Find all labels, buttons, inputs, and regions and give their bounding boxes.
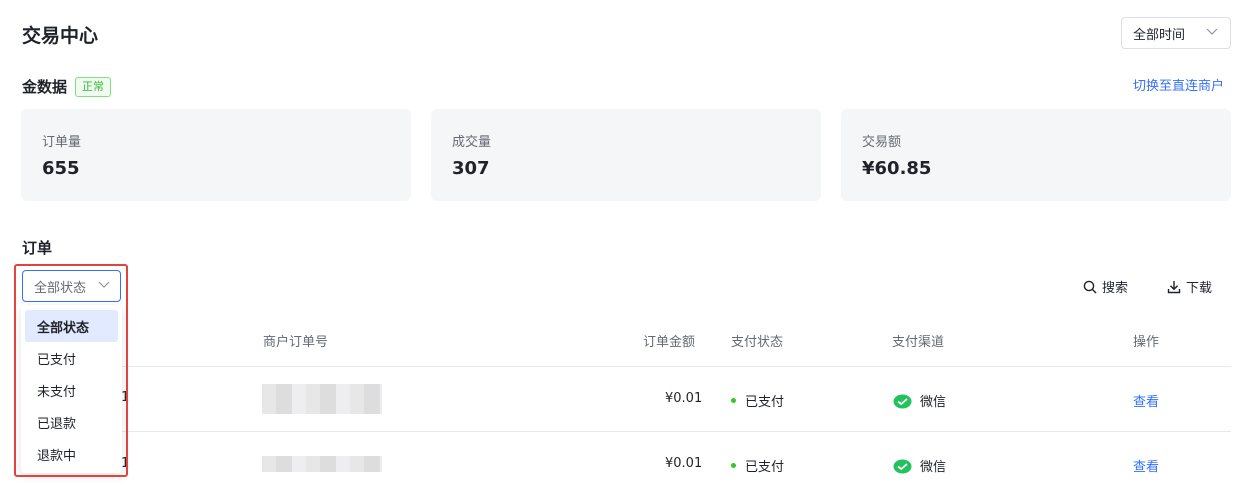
data-section-title: 金数据 正常 (22, 76, 112, 97)
row-prefix: 1 (121, 456, 130, 471)
search-icon (1083, 280, 1097, 293)
stat-card-deals: 成交量 307 (431, 109, 821, 201)
status-option-all[interactable]: 全部状态 (25, 310, 118, 342)
stat-card-value: ¥60.85 (862, 158, 932, 179)
redacted-order-number (262, 384, 382, 414)
order-amount: ¥0.01 (665, 391, 703, 406)
order-amount: ¥0.01 (665, 456, 703, 471)
status-option-paid[interactable]: 已支付 (25, 342, 118, 374)
success-dot-icon (731, 463, 736, 468)
wechat-icon (893, 394, 912, 409)
status-option-refunded[interactable]: 已退款 (25, 406, 118, 438)
chevron-down-icon (1206, 28, 1218, 35)
wechat-icon (893, 459, 912, 474)
status-option-refunding[interactable]: 退款中 (25, 438, 118, 470)
pay-status: 已支付 (731, 391, 784, 410)
column-header-pay-channel: 支付渠道 (892, 335, 945, 350)
page-title: 交易中心 (22, 25, 99, 47)
table-divider (22, 366, 1231, 367)
stat-card-label: 成交量 (452, 135, 492, 150)
status-filter-value: 全部状态 (34, 280, 87, 296)
pay-channel-label: 微信 (920, 395, 947, 410)
view-order-link[interactable]: 查看 (1133, 391, 1159, 410)
column-header-amount: 订单金额 (643, 335, 696, 350)
download-label: 下载 (1186, 281, 1213, 296)
search-label: 搜索 (1102, 281, 1129, 296)
switch-merchant-link[interactable]: 切换至直连商户 (1133, 75, 1224, 94)
stat-card-amount: 交易额 ¥60.85 (841, 109, 1231, 201)
status-filter-select[interactable]: 全部状态 (22, 270, 121, 302)
column-header-pay-status: 支付状态 (731, 335, 784, 350)
pay-status: 已支付 (731, 456, 784, 475)
success-dot-icon (731, 398, 736, 403)
pay-status-label: 已支付 (745, 460, 785, 475)
redacted-order-number (262, 456, 382, 472)
table-divider (22, 431, 1231, 432)
stat-card-value: 307 (452, 158, 490, 179)
row-prefix: 1 (121, 390, 130, 405)
stat-card-orders: 订单量 655 (21, 109, 411, 201)
data-section-label: 金数据 (22, 78, 68, 96)
search-button[interactable]: 搜索 (1083, 277, 1128, 296)
stat-card-value: 655 (42, 158, 80, 179)
status-option-unpaid[interactable]: 未支付 (25, 374, 118, 406)
pay-channel-label: 微信 (920, 460, 947, 475)
pay-channel: 微信 (893, 456, 946, 475)
download-button[interactable]: 下载 (1167, 277, 1212, 296)
stat-card-label: 订单量 (42, 135, 82, 150)
view-order-link[interactable]: 查看 (1133, 456, 1159, 475)
status-dropdown-menu: 全部状态 已支付 未支付 已退款 退款中 (21, 305, 122, 473)
status-badge: 正常 (75, 76, 112, 97)
time-filter-value: 全部时间 (1133, 27, 1186, 43)
stat-card-label: 交易额 (862, 135, 902, 150)
column-header-action: 操作 (1133, 335, 1160, 350)
pay-channel: 微信 (893, 391, 946, 410)
orders-title: 订单 (22, 239, 53, 257)
time-filter-select[interactable]: 全部时间 (1121, 17, 1231, 49)
download-icon (1167, 280, 1181, 293)
pay-status-label: 已支付 (745, 395, 785, 410)
column-header-merchant-order: 商户订单号 (263, 335, 329, 350)
chevron-down-icon (98, 281, 110, 288)
